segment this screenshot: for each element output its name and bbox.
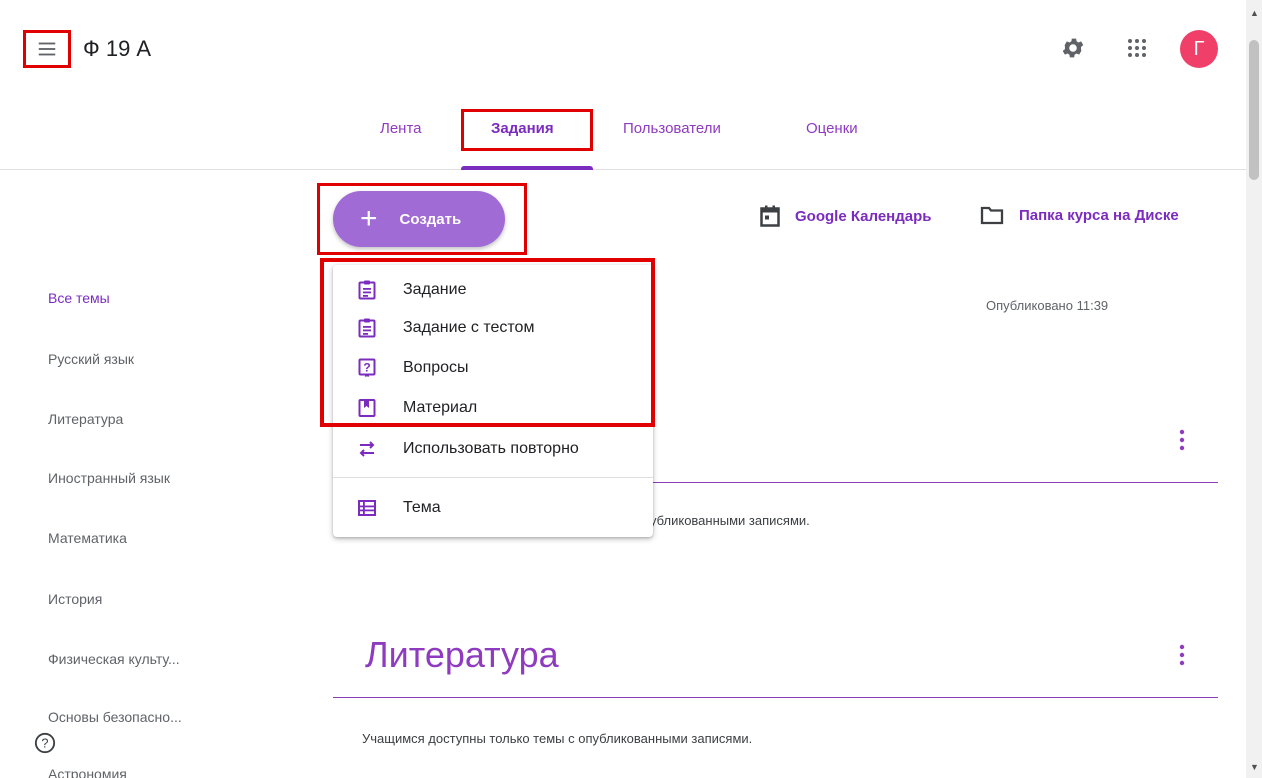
sidebar-item-foreign-language[interactable]: Иностранный язык xyxy=(48,470,170,486)
menu-item-assignment[interactable]: Задание xyxy=(333,271,653,309)
sidebar-item-life-safety[interactable]: Основы безопасно... xyxy=(48,709,182,725)
sidebar-item-math[interactable]: Математика xyxy=(48,530,127,546)
svg-text:?: ? xyxy=(363,361,370,375)
sidebar-item-literature[interactable]: Литература xyxy=(48,411,123,427)
create-menu: Задание Задание с тестом ? Вопросы Матер… xyxy=(333,265,653,537)
menu-item-question[interactable]: ? Вопросы xyxy=(333,349,653,387)
google-calendar-link[interactable]: Google Календарь xyxy=(760,205,932,227)
svg-text:?: ? xyxy=(41,736,48,751)
folder-icon xyxy=(980,206,1004,225)
menu-item-label: Использовать повторно xyxy=(403,440,579,457)
published-time: Опубликовано 11:39 xyxy=(986,298,1109,313)
section-note: Учащимся доступны только темы с опублико… xyxy=(362,731,753,746)
assignment-icon xyxy=(358,280,376,300)
more-vert-icon[interactable] xyxy=(1176,428,1188,452)
topic-icon xyxy=(358,500,376,516)
menu-item-reuse-post[interactable]: Использовать повторно xyxy=(333,430,653,468)
section-note: убликованными записями. xyxy=(650,513,810,528)
section-divider xyxy=(650,482,1218,483)
sidebar-item-history[interactable]: История xyxy=(48,591,102,607)
scroll-up-arrow-icon[interactable]: ▲ xyxy=(1250,8,1259,18)
sidebar-item-russian[interactable]: Русский язык xyxy=(48,351,134,367)
menu-item-topic[interactable]: Тема xyxy=(333,489,653,527)
settings-gear-icon[interactable] xyxy=(1060,35,1086,61)
section-divider xyxy=(333,697,1218,698)
menu-item-label: Задание с тестом xyxy=(403,319,535,336)
sidebar-item-physical-education[interactable]: Физическая культу... xyxy=(48,651,180,667)
drive-folder-label: Папка курса на Диске xyxy=(1019,206,1179,224)
menu-item-label: Тема xyxy=(403,499,441,516)
scrollbar-thumb[interactable] xyxy=(1249,40,1259,180)
question-icon: ? xyxy=(358,358,376,377)
hamburger-menu-icon xyxy=(38,42,56,56)
tab-people[interactable]: Пользователи xyxy=(623,120,721,137)
drive-folder-link[interactable]: Папка курса на Диске xyxy=(980,205,1179,225)
main-menu-button[interactable] xyxy=(23,30,71,68)
google-calendar-label: Google Календарь xyxy=(795,207,932,225)
menu-divider xyxy=(333,477,653,478)
plus-icon: + xyxy=(360,202,378,235)
sidebar-item-all-topics[interactable]: Все темы xyxy=(48,290,110,306)
material-icon xyxy=(358,399,376,417)
create-button[interactable]: + Создать xyxy=(333,191,505,247)
reuse-icon xyxy=(359,441,375,457)
menu-item-quiz-assignment[interactable]: Задание с тестом xyxy=(333,309,653,347)
create-button-label: Создать xyxy=(399,210,462,228)
sidebar-item-astronomy[interactable]: Астрономия xyxy=(48,766,127,778)
class-title[interactable]: Ф 19 А xyxy=(83,36,151,62)
more-vert-icon[interactable] xyxy=(1176,643,1188,667)
active-tab-indicator xyxy=(461,166,593,170)
tab-classwork[interactable]: Задания xyxy=(491,120,554,137)
class-tabs: Лента Задания Пользователи Оценки xyxy=(0,109,1262,170)
page-scrollbar[interactable]: ▲ ▼ xyxy=(1246,0,1262,778)
help-icon[interactable]: ? xyxy=(34,732,56,754)
topic-title-literature: Литература xyxy=(365,634,559,675)
menu-item-label: Вопросы xyxy=(403,359,469,376)
scroll-down-arrow-icon[interactable]: ▼ xyxy=(1250,762,1259,772)
menu-item-label: Материал xyxy=(403,399,478,416)
calendar-icon xyxy=(760,205,780,227)
tab-grades[interactable]: Оценки xyxy=(806,120,858,137)
account-avatar[interactable]: Г xyxy=(1180,30,1218,68)
menu-item-label: Задание xyxy=(403,281,467,298)
tab-stream[interactable]: Лента xyxy=(380,120,422,137)
google-apps-icon[interactable] xyxy=(1125,36,1149,60)
quiz-assignment-icon xyxy=(358,318,376,338)
menu-item-material[interactable]: Материал xyxy=(333,389,653,427)
